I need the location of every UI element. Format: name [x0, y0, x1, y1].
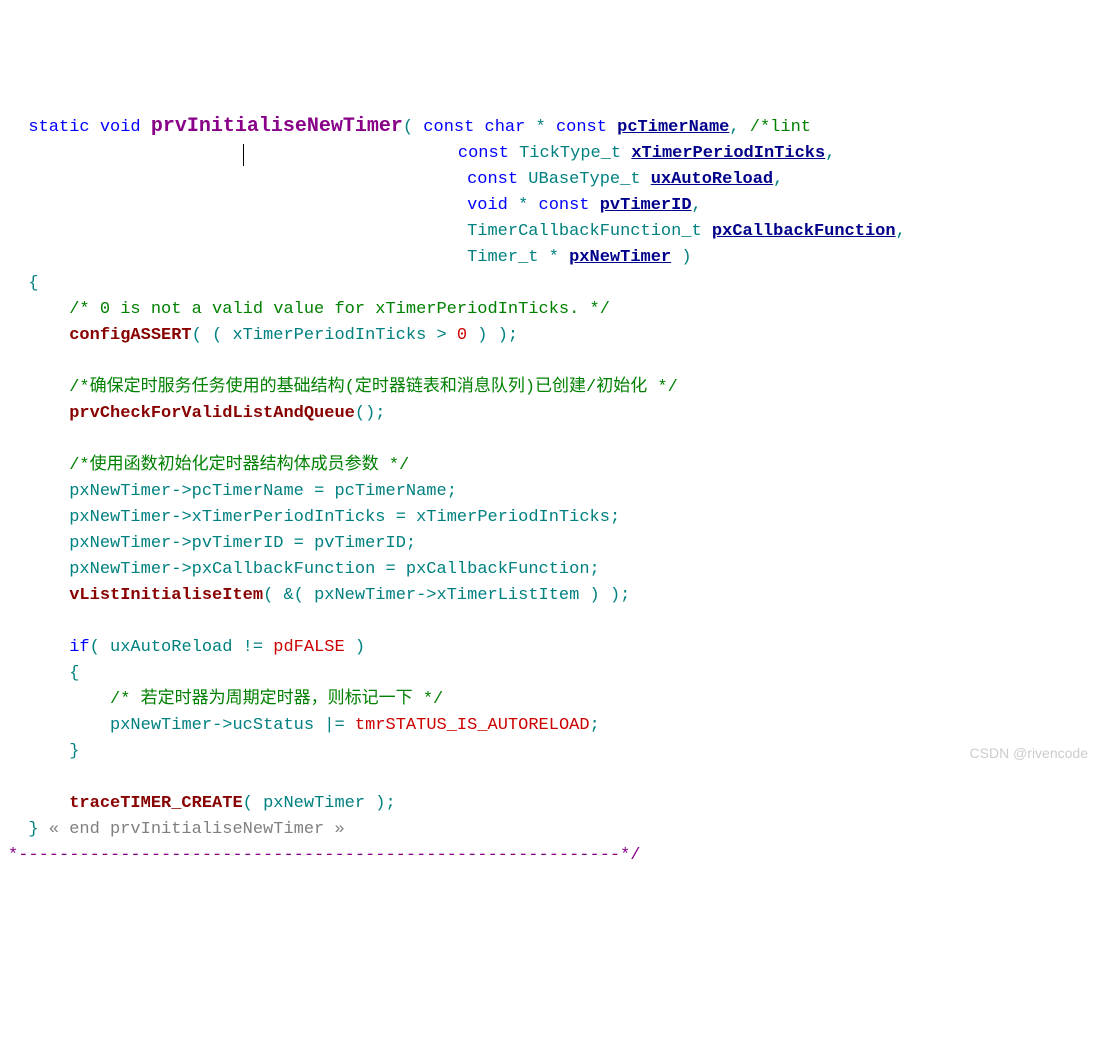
- paren-close: ): [671, 248, 691, 267]
- op-ne: !=: [232, 638, 273, 657]
- eq: =: [304, 482, 335, 501]
- semi: ;: [590, 716, 600, 735]
- ident: pxNewTimer: [263, 794, 365, 813]
- param-pxNewTimer: pxNewTimer: [569, 248, 671, 267]
- arrow: ->: [171, 508, 191, 527]
- type-UBaseType: UBaseType_t: [528, 170, 640, 189]
- separator-line: *---------------------------------------…: [8, 846, 641, 865]
- ident: pcTimerName: [334, 482, 446, 501]
- keyword-static: static: [28, 118, 89, 137]
- member: pvTimerID: [192, 534, 284, 553]
- keyword-const: const: [423, 118, 474, 137]
- paren-close: ) );: [467, 326, 518, 345]
- arrow: ->: [416, 586, 436, 605]
- arrow: ->: [212, 716, 232, 735]
- star: *: [539, 248, 570, 267]
- ident: pxCallbackFunction: [406, 560, 590, 579]
- ident: xTimerPeriodInTicks: [232, 326, 426, 345]
- brace-close: }: [69, 742, 79, 761]
- semi: ;: [447, 482, 457, 501]
- member: pxCallbackFunction: [192, 560, 376, 579]
- keyword-void: void: [100, 118, 141, 137]
- keyword-if: if: [69, 638, 89, 657]
- watermark: CSDN @rivencode: [970, 740, 1088, 766]
- paren: ( (: [192, 326, 233, 345]
- arrow: ->: [171, 482, 191, 501]
- op-gt: >: [426, 326, 457, 345]
- text-cursor: [243, 144, 244, 166]
- member: ucStatus: [232, 716, 314, 735]
- arrow: ->: [171, 560, 191, 579]
- fold-end-note: « end prvInitialiseNewTimer »: [39, 820, 345, 839]
- ident: uxAutoReload: [110, 638, 232, 657]
- macro-pdFALSE: pdFALSE: [273, 638, 344, 657]
- type-Timer: Timer_t: [467, 248, 538, 267]
- ident: xTimerPeriodInTicks: [416, 508, 610, 527]
- eq: =: [386, 508, 417, 527]
- member: xTimerPeriodInTicks: [192, 508, 386, 527]
- comma: ,: [692, 196, 702, 215]
- ident: pxNewTimer: [110, 716, 212, 735]
- arrow: ->: [171, 534, 191, 553]
- ident: pxNewTimer: [314, 586, 416, 605]
- brace-close: }: [28, 820, 38, 839]
- param-uxAutoReload: uxAutoReload: [651, 170, 773, 189]
- semi: ;: [610, 508, 620, 527]
- paren-close: );: [365, 794, 396, 813]
- keyword-char: char: [485, 118, 526, 137]
- comma: ,: [729, 118, 739, 137]
- call-configASSERT: configASSERT: [69, 326, 191, 345]
- keyword-void: void: [467, 196, 508, 215]
- param-pxCallbackFunction: pxCallbackFunction: [712, 222, 896, 241]
- keyword-const: const: [556, 118, 607, 137]
- ident: pxNewTimer: [69, 508, 171, 527]
- comma: ,: [896, 222, 906, 241]
- keyword-const: const: [467, 170, 518, 189]
- paren: (: [243, 794, 263, 813]
- macro-tmrSTATUS: tmrSTATUS_IS_AUTORELOAD: [355, 716, 590, 735]
- star: *: [508, 196, 539, 215]
- paren-close: ) );: [579, 586, 630, 605]
- call-vListInitialiseItem: vListInitialiseItem: [69, 586, 263, 605]
- paren-open: (: [403, 118, 413, 137]
- param-xTimerPeriodInTicks: xTimerPeriodInTicks: [631, 144, 825, 163]
- paren-close: ();: [355, 404, 386, 423]
- call-traceTIMER_CREATE: traceTIMER_CREATE: [69, 794, 242, 813]
- code-editor[interactable]: static void prvInitialiseNewTimer( const…: [8, 114, 1104, 869]
- function-name: prvInitialiseNewTimer: [151, 115, 403, 138]
- comment-cn1: /*确保定时服务任务使用的基础结构(定时器链表和消息队列)已创建/初始化 */: [69, 378, 678, 397]
- op-oreq: |=: [314, 716, 355, 735]
- call-prvCheckForValidListAndQueue: prvCheckForValidListAndQueue: [69, 404, 355, 423]
- literal-zero: 0: [457, 326, 467, 345]
- paren: ( &(: [263, 586, 314, 605]
- paren: (: [90, 638, 110, 657]
- ident: pvTimerID: [314, 534, 406, 553]
- param-pvTimerID: pvTimerID: [600, 196, 692, 215]
- semi: ;: [406, 534, 416, 553]
- param-pcTimerName: pcTimerName: [617, 118, 729, 137]
- keyword-const: const: [539, 196, 590, 215]
- eq: =: [375, 560, 406, 579]
- comment-lint: /*lint: [740, 118, 811, 137]
- comment-cn3: /* 若定时器为周期定时器，则标记一下 */: [110, 690, 443, 709]
- eq: =: [283, 534, 314, 553]
- comment-cn2: /*使用函数初始化定时器结构体成员参数 */: [69, 456, 409, 475]
- comma: ,: [773, 170, 783, 189]
- star: *: [525, 118, 556, 137]
- member: pcTimerName: [192, 482, 304, 501]
- ident: pxNewTimer: [69, 534, 171, 553]
- brace-open: {: [28, 274, 38, 293]
- brace-open: {: [69, 664, 79, 683]
- comma: ,: [825, 144, 835, 163]
- type-TickType: TickType_t: [519, 144, 621, 163]
- semi: ;: [590, 560, 600, 579]
- paren-close: ): [345, 638, 365, 657]
- comment-validation: /* 0 is not a valid value for xTimerPeri…: [69, 300, 610, 319]
- type-TimerCallbackFunction: TimerCallbackFunction_t: [467, 222, 702, 241]
- member: xTimerListItem: [437, 586, 580, 605]
- ident: pxNewTimer: [69, 482, 171, 501]
- ident: pxNewTimer: [69, 560, 171, 579]
- keyword-const: const: [458, 144, 509, 163]
